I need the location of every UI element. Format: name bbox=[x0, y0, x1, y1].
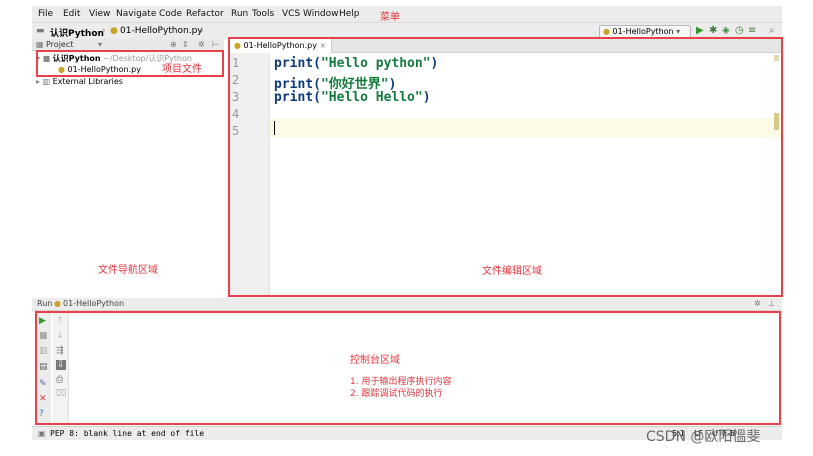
breadcrumb-separator-icon: › bbox=[102, 26, 106, 36]
project-panel-title[interactable]: Project bbox=[46, 40, 73, 49]
console-area[interactable] bbox=[35, 311, 781, 425]
code-paren: ( bbox=[313, 56, 321, 71]
menu-code[interactable]: Code bbox=[159, 9, 182, 19]
stop-icon[interactable]: ■ bbox=[39, 331, 48, 341]
line-number-gutter: 1 2 3 4 5 bbox=[230, 53, 270, 295]
run-config-label: 01-HelloPython bbox=[612, 27, 674, 36]
project-file-annotation: 项目文件 bbox=[162, 64, 202, 75]
breadcrumb-project[interactable]: 认识Python bbox=[50, 26, 104, 39]
trash-icon[interactable]: ⌧ bbox=[56, 389, 66, 399]
scrollbar-marker[interactable] bbox=[774, 113, 779, 130]
scroll-to-end-icon[interactable]: ⇩ bbox=[56, 360, 66, 370]
debug-icon[interactable]: ✱ bbox=[709, 25, 717, 37]
close-icon[interactable]: ✕ bbox=[39, 394, 47, 404]
menu-edit[interactable]: Edit bbox=[63, 9, 80, 19]
gear-icon[interactable]: ✲ bbox=[754, 299, 761, 308]
line-number: 2 bbox=[232, 73, 240, 87]
line-number: 4 bbox=[232, 107, 240, 121]
menu-tools[interactable]: Tools bbox=[252, 9, 274, 19]
menu-run[interactable]: Run bbox=[231, 9, 248, 19]
profile-icon[interactable]: ◷ bbox=[735, 25, 744, 37]
code-paren: ) bbox=[430, 56, 439, 71]
editor-tab-strip: ● 01-HelloPython.py × bbox=[230, 39, 781, 53]
menu-annotation: 菜单 bbox=[380, 12, 400, 23]
watermark: CSDN @欧阳慍斐 bbox=[646, 429, 761, 445]
run-panel-title[interactable]: Run bbox=[37, 299, 52, 308]
layout-icon[interactable]: ▤ bbox=[39, 362, 48, 372]
pin-icon[interactable]: ✎ bbox=[39, 379, 47, 389]
line-number: 1 bbox=[232, 56, 240, 70]
current-line-highlight bbox=[270, 118, 781, 138]
soft-wrap-icon[interactable]: ⇶ bbox=[56, 346, 64, 356]
menu-help[interactable]: Help bbox=[339, 9, 360, 19]
search-icon[interactable]: ⌕ bbox=[769, 25, 775, 37]
help-icon[interactable]: ? bbox=[39, 409, 44, 419]
run-panel-header: Run ● 01-HelloPython ✲ ⊥ bbox=[32, 298, 782, 311]
python-file-icon: ● bbox=[54, 299, 61, 308]
breadcrumb-separator-icon: › bbox=[200, 26, 204, 36]
run-toolbar-secondary: ↑ ↓ ⇶ ⇩ ⎙ ⌧ bbox=[53, 313, 69, 423]
run-toolbar-primary: ▶ ■ ▥ ▤ ✎ ✕ ? bbox=[37, 313, 51, 423]
console-note: 2. 跟踪调试代码的执行 bbox=[350, 389, 443, 399]
status-icon[interactable]: ▣ bbox=[38, 429, 46, 438]
target-icon[interactable]: ⊕ bbox=[170, 40, 177, 49]
editor-area-annotation: 文件编辑区域 bbox=[482, 266, 542, 277]
text-caret bbox=[274, 121, 275, 135]
library-icon: ▥ bbox=[42, 77, 51, 86]
code-string: "Hello python" bbox=[320, 56, 431, 71]
project-view-icon: ▦ bbox=[36, 40, 44, 49]
python-file-icon: ● bbox=[234, 41, 241, 50]
pause-icon[interactable]: ▥ bbox=[39, 346, 48, 356]
line-number: 3 bbox=[232, 90, 240, 104]
editor-tab[interactable]: ● 01-HelloPython.py × bbox=[230, 39, 333, 53]
menu-refactor[interactable]: Refactor bbox=[186, 9, 224, 19]
tree-external-label: External Libraries bbox=[52, 77, 123, 86]
python-file-icon: ● bbox=[603, 27, 610, 36]
chevron-down-icon[interactable]: ▾ bbox=[98, 40, 102, 49]
rerun-icon[interactable]: ▶ bbox=[39, 316, 46, 326]
menu-file[interactable]: File bbox=[38, 9, 53, 19]
chevron-down-icon: ▾ bbox=[676, 27, 681, 36]
collapse-icon[interactable]: ⇕ bbox=[182, 40, 189, 49]
expand-arrow-icon: ▸ bbox=[36, 77, 41, 86]
hide-icon[interactable]: ⊥ bbox=[768, 299, 775, 308]
coverage-icon[interactable]: ◈ bbox=[722, 25, 730, 37]
editor-tab-label: 01-HelloPython.py bbox=[243, 41, 317, 50]
menu-window[interactable]: Window bbox=[303, 9, 339, 19]
print-icon[interactable]: ⎙ bbox=[56, 375, 63, 385]
close-icon[interactable]: × bbox=[320, 41, 327, 50]
code-paren: ( bbox=[313, 90, 321, 105]
code-function: print bbox=[274, 56, 314, 71]
code-function: print bbox=[274, 90, 314, 105]
run-panel-config[interactable]: 01-HelloPython bbox=[63, 299, 124, 308]
run-icon[interactable]: ▶ bbox=[696, 25, 704, 37]
code-line[interactable]: print("Hello python") bbox=[274, 56, 438, 71]
gear-icon[interactable]: ✲ bbox=[198, 40, 205, 49]
python-file-icon: ● bbox=[110, 26, 118, 36]
menu-navigate[interactable]: Navigate bbox=[116, 9, 156, 19]
menu-view[interactable]: View bbox=[89, 9, 110, 19]
code-string: "Hello Hello" bbox=[320, 90, 423, 105]
console-area-annotation: 控制台区域 bbox=[350, 355, 400, 366]
code-paren: ) bbox=[422, 90, 431, 105]
down-arrow-icon[interactable]: ↓ bbox=[56, 331, 64, 341]
tree-external-libraries[interactable]: ▸ ▥ External Libraries bbox=[36, 77, 123, 86]
scrollbar-marker[interactable] bbox=[774, 55, 779, 61]
breadcrumb-file[interactable]: 01-HelloPython.py bbox=[120, 26, 203, 36]
status-message: PEP 8: blank line at end of file bbox=[50, 429, 205, 438]
hide-icon[interactable]: ⊢ bbox=[212, 40, 219, 49]
up-arrow-icon[interactable]: ↑ bbox=[56, 316, 64, 326]
stop-icon[interactable]: ≡ bbox=[748, 25, 756, 37]
menu-vcs[interactable]: VCS bbox=[282, 9, 300, 19]
navigation-area-annotation: 文件导航区域 bbox=[98, 265, 158, 276]
project-tree: ▾ ■ 认识Python ~/Desktop/认识Python ● 01-Hel… bbox=[32, 51, 224, 296]
code-line[interactable]: print("Hello Hello") bbox=[274, 90, 431, 105]
menu-bar: File Edit View Navigate Code Refactor Ru… bbox=[32, 6, 782, 22]
folder-icon: ▬ bbox=[36, 26, 45, 36]
line-number: 5 bbox=[232, 124, 240, 138]
